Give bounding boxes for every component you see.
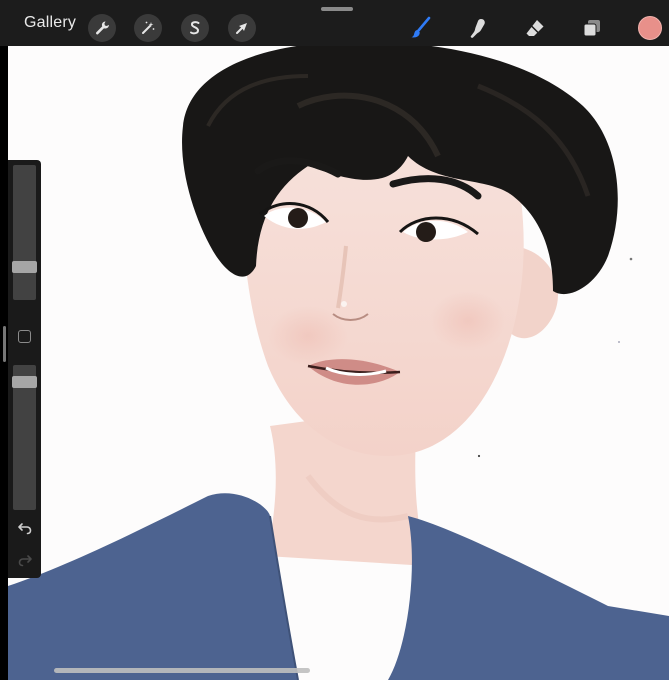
home-indicator[interactable] — [54, 668, 310, 673]
gallery-button[interactable]: Gallery — [24, 14, 76, 32]
top-toolbar: Gallery — [0, 0, 669, 46]
eraser-icon — [526, 20, 544, 36]
brush-size-slider[interactable] — [12, 165, 37, 300]
opacity-thumb[interactable] — [12, 376, 37, 388]
paint-tool-button[interactable] — [405, 12, 437, 44]
brush-icon — [411, 16, 431, 38]
redo-icon — [18, 555, 32, 567]
modify-button[interactable] — [18, 330, 31, 343]
redo-button[interactable] — [15, 550, 35, 570]
shirt — [8, 493, 298, 680]
color-swatch-button[interactable] — [638, 16, 662, 40]
selection-s-icon — [190, 21, 200, 35]
drawing-canvas[interactable] — [8, 46, 669, 680]
selection-button[interactable] — [181, 14, 209, 42]
erase-tool-button[interactable] — [519, 12, 551, 44]
wrench-icon — [95, 21, 109, 35]
artwork — [8, 46, 669, 680]
adjustments-button[interactable] — [134, 14, 162, 42]
layers-button[interactable] — [576, 12, 608, 44]
brush-size-thumb[interactable] — [12, 261, 37, 273]
sidebar-drag-handle[interactable] — [3, 326, 6, 362]
arrow-cursor-icon — [236, 23, 247, 34]
smudge-finger-icon — [470, 19, 485, 38]
opacity-slider[interactable] — [12, 365, 37, 510]
undo-button[interactable] — [15, 518, 35, 538]
magic-wand-icon — [142, 21, 155, 34]
left-sidebar — [8, 160, 41, 578]
procreate-screen: Gallery — [0, 0, 669, 680]
smudge-tool-button[interactable] — [462, 12, 494, 44]
toolbar-grabber[interactable] — [321, 7, 353, 11]
actions-button[interactable] — [88, 14, 116, 42]
layers-icon — [583, 20, 600, 37]
transform-button[interactable] — [228, 14, 256, 42]
undo-icon — [18, 523, 32, 535]
